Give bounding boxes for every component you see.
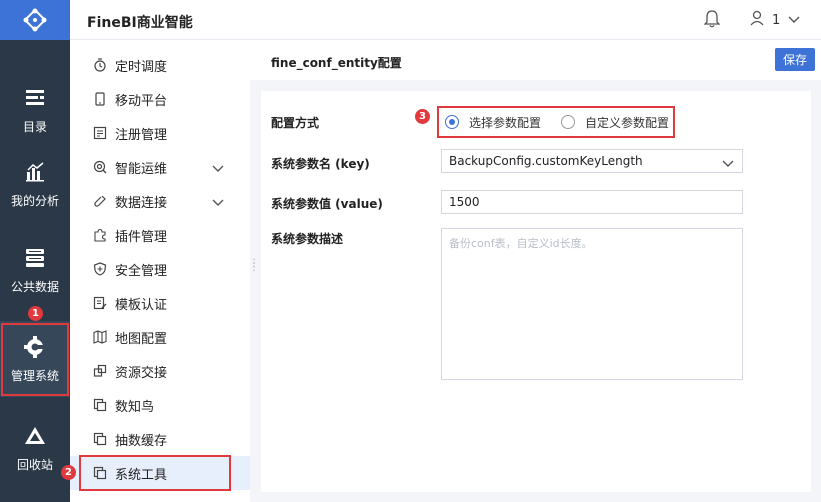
radio-custom-param[interactable]: 自定义参数配置 xyxy=(561,114,669,131)
rail-label: 回收站 xyxy=(16,457,53,472)
sidebar-item-extract-cache[interactable]: 抽数缓存 xyxy=(70,422,250,456)
rail-label: 我的分析 xyxy=(10,193,59,208)
sidebar-item-label: 智能运维 xyxy=(115,161,168,177)
sidebar-item-label: 注册管理 xyxy=(115,127,168,143)
config-form: 配置方式 选择参数配置 自定义参数配置 3 系统参数名 (key) Backup… xyxy=(261,91,811,492)
highlight-box-sidebar xyxy=(79,455,231,491)
sidebar-item-resource-handover[interactable]: 资源交接 xyxy=(70,354,250,388)
param-key-label: 系统参数名 (key) xyxy=(271,157,370,171)
step-badge: 2 xyxy=(61,465,76,480)
copy-icon xyxy=(93,432,107,446)
radio-checked-icon xyxy=(445,115,459,129)
resize-handle[interactable]: ⋮ ⋮ xyxy=(249,259,259,273)
sidebar-item-register[interactable]: 注册管理 xyxy=(70,116,250,150)
sidebar-item-schedule[interactable]: 定时调度 xyxy=(70,48,250,82)
rail-item-analysis[interactable]: 我的分析 xyxy=(0,146,70,222)
sidebar-item-security[interactable]: 安全管理 xyxy=(70,252,250,286)
sidebar-item-map-config[interactable]: 地图配置 xyxy=(70,320,250,354)
sidebar-item-plugins[interactable]: 插件管理 xyxy=(70,218,250,252)
config-mode-label: 配置方式 xyxy=(271,116,320,130)
catalog-icon xyxy=(23,86,47,110)
sidebar-item-label: 安全管理 xyxy=(115,263,168,279)
content-titlebar: fine_conf_entity配置 保存 xyxy=(250,40,821,80)
radio-unchecked-icon xyxy=(561,115,576,129)
param-key-value: BackupConfig.customKeyLength xyxy=(449,154,643,168)
param-desc-label: 系统参数描述 xyxy=(271,232,344,246)
user-icon xyxy=(750,10,764,30)
sidebar-item-label: 资源交接 xyxy=(115,365,168,381)
brand-title: FineBI商业智能 xyxy=(87,15,193,31)
radio-label: 自定义参数配置 xyxy=(585,115,670,130)
sidebar-item-mobile[interactable]: 移动平台 xyxy=(70,82,250,116)
sidebar-item-label: 数知鸟 xyxy=(115,399,155,415)
sidebar-item-label: 抽数缓存 xyxy=(115,433,168,449)
recycle-icon xyxy=(23,424,47,448)
analysis-icon xyxy=(23,160,47,184)
rail-label: 目录 xyxy=(22,119,47,134)
highlight-box-rail xyxy=(1,323,69,396)
rail-item-catalog[interactable]: 目录 xyxy=(0,72,70,148)
user-name: 1 xyxy=(772,12,781,28)
copy-icon xyxy=(93,398,107,412)
sidebar-item-maintenance[interactable]: 智能运维 xyxy=(70,150,250,184)
timer-icon xyxy=(93,58,107,72)
maintenance-icon xyxy=(93,160,107,174)
chevron-down-icon xyxy=(722,157,734,171)
radio-label: 选择参数配置 xyxy=(469,115,542,130)
param-value-input[interactable]: 1500 xyxy=(441,190,743,214)
rail-label: 公共数据 xyxy=(10,279,59,294)
user-menu[interactable]: 1 xyxy=(750,10,800,30)
resource-icon xyxy=(93,364,107,378)
save-button[interactable]: 保存 xyxy=(775,48,815,71)
top-header: FineBI商业智能 1 xyxy=(70,0,821,40)
sidebar-item-label: 插件管理 xyxy=(115,229,168,245)
plugin-icon xyxy=(93,228,107,242)
step-badge: 3 xyxy=(415,109,430,124)
sidebar-item-data-connection[interactable]: 数据连接 xyxy=(70,184,250,218)
sidebar-item-label: 模板认证 xyxy=(115,297,168,313)
sidebar-item-shuzhiniao[interactable]: 数知鸟 xyxy=(70,388,250,422)
breadcrumb: fine_conf_entity配置 xyxy=(271,56,402,70)
register-icon xyxy=(93,126,107,140)
admin-sidebar: 定时调度 移动平台 注册管理 智能运维 数据连接 插件管理 安全管理 模板认证 … xyxy=(70,40,250,502)
bell-icon[interactable] xyxy=(703,10,722,28)
sidebar-item-template-auth[interactable]: 模板认证 xyxy=(70,286,250,320)
sidebar-item-label: 数据连接 xyxy=(115,195,168,211)
rail-item-public-data[interactable]: 公共数据 xyxy=(0,232,70,308)
radio-select-param[interactable]: 选择参数配置 xyxy=(445,114,541,131)
sidebar-item-label: 移动平台 xyxy=(115,93,168,109)
mobile-icon xyxy=(93,92,107,106)
app-logo[interactable] xyxy=(0,0,70,40)
rail-item-recycle[interactable]: 回收站 xyxy=(0,410,70,486)
map-icon xyxy=(93,330,107,344)
shield-icon xyxy=(93,262,107,276)
param-desc-textarea[interactable]: 备份conf表，自定义id长度。 xyxy=(441,228,743,380)
database-icon xyxy=(23,246,47,270)
chevron-down-icon xyxy=(212,162,224,177)
sidebar-item-label: 地图配置 xyxy=(115,331,168,347)
logo-icon xyxy=(23,8,47,32)
template-icon xyxy=(93,296,107,310)
config-mode-radio-group: 选择参数配置 自定义参数配置 xyxy=(437,106,675,138)
link-icon xyxy=(93,194,107,208)
chevron-down-icon xyxy=(788,13,800,28)
param-key-select[interactable]: BackupConfig.customKeyLength xyxy=(441,149,743,173)
step-badge: 1 xyxy=(28,306,43,321)
app-rail: 目录 我的分析 公共数据 管理系统 回收站 xyxy=(0,0,70,502)
chevron-down-icon xyxy=(212,196,224,211)
param-value-label: 系统参数值 (value) xyxy=(271,197,383,211)
sidebar-item-label: 定时调度 xyxy=(115,59,168,75)
